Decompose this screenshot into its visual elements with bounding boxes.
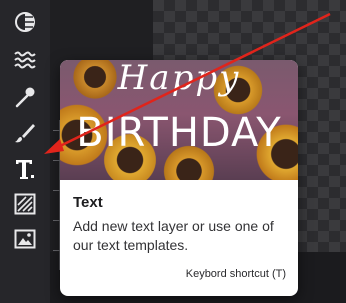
overlays-tool-button[interactable]	[7, 187, 43, 221]
filters-icon	[15, 12, 35, 32]
text-tool-tooltip: Happy BIRTHDAY Text Add new text layer o…	[60, 60, 298, 296]
retouch-icon	[15, 87, 35, 108]
effects-icon	[14, 51, 36, 69]
tooltip-title: Text	[73, 194, 103, 211]
filters-tool-button[interactable]	[7, 5, 43, 39]
tooltip-description: Add new text layer or use one of our tex…	[73, 218, 274, 253]
effects-tool-button[interactable]	[7, 43, 43, 77]
image-icon	[14, 229, 36, 249]
preview-headline-text: BIRTHDAY	[76, 110, 282, 156]
tool-sidebar	[0, 0, 50, 303]
text-tool-button[interactable]	[7, 152, 43, 186]
paint-brush-icon	[15, 124, 35, 143]
paint-tool-button[interactable]	[7, 116, 43, 150]
retouch-tool-button[interactable]	[7, 80, 43, 114]
text-template-preview: Happy BIRTHDAY	[60, 60, 298, 180]
keyboard-shortcut-hint: Keybord shortcut (T)	[185, 268, 286, 280]
image-tool-button[interactable]	[7, 222, 43, 256]
text-icon	[16, 160, 34, 179]
overlay-icon	[14, 193, 36, 215]
ruler	[50, 120, 60, 270]
preview-script-text: Happy	[117, 60, 241, 98]
